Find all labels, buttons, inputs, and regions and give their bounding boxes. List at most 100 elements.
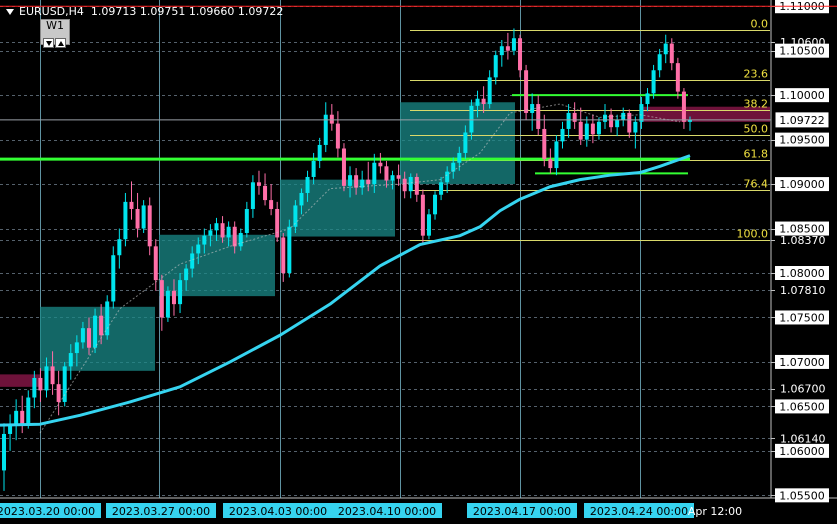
time-axis[interactable]: 2023.03.20 00:00 2023.03.27 00:00 2023.04.… bbox=[0, 503, 742, 518]
candle-body bbox=[366, 179, 371, 185]
candle-body bbox=[493, 55, 498, 78]
price-label: 1.10500 bbox=[779, 45, 825, 58]
price-label: 1.06140 bbox=[780, 432, 826, 445]
candle-body bbox=[2, 433, 6, 471]
price-label: 1.08000 bbox=[779, 267, 825, 280]
ohlc-values: 1.09713 1.09751 1.09660 1.09722 bbox=[90, 5, 284, 18]
time-label: 2023.03.27 00:00 bbox=[112, 505, 210, 518]
candle-body bbox=[80, 328, 85, 343]
symbol-label: EURUSD,H4 bbox=[19, 5, 84, 18]
price-label: 1.06700 bbox=[780, 383, 826, 396]
candle-body bbox=[354, 175, 359, 188]
candle-body bbox=[402, 178, 407, 192]
candle-body bbox=[190, 253, 195, 269]
candle-body bbox=[445, 171, 450, 183]
candle-body bbox=[317, 144, 322, 161]
candle-body bbox=[348, 175, 353, 186]
candle-body bbox=[615, 120, 620, 128]
candle-body bbox=[111, 255, 116, 302]
candle-body bbox=[414, 176, 419, 195]
candle-body bbox=[196, 244, 201, 254]
candle-body bbox=[341, 148, 346, 186]
candle-body bbox=[524, 70, 529, 113]
dropdown-triangle-icon[interactable] bbox=[6, 9, 14, 15]
timeframe-widget[interactable]: W1 bbox=[40, 19, 70, 48]
candle-body bbox=[305, 176, 310, 193]
candle-body bbox=[250, 182, 255, 209]
candle-body bbox=[208, 230, 213, 236]
candle-body bbox=[8, 425, 13, 434]
candle-body bbox=[184, 268, 189, 281]
candle-body bbox=[439, 182, 444, 195]
arrow-up-icon[interactable] bbox=[55, 38, 66, 48]
candle-body bbox=[566, 112, 571, 129]
candle-body bbox=[663, 43, 668, 55]
candle-body bbox=[372, 162, 377, 185]
candle-body bbox=[74, 342, 79, 354]
candle-body bbox=[657, 54, 662, 71]
candle-body bbox=[542, 128, 547, 160]
time-label: 2023.03.20 00:00 bbox=[0, 505, 95, 518]
arrow-down-icon[interactable] bbox=[43, 38, 54, 48]
price-label: 1.10000 bbox=[779, 89, 825, 102]
candle-body bbox=[329, 114, 334, 124]
candle-body bbox=[50, 366, 55, 385]
price-label: 1.07810 bbox=[780, 284, 826, 297]
chart-background bbox=[0, 0, 837, 524]
price-chart[interactable]: 0.023.638.250.061.876.4100.0 1.110001.10… bbox=[0, 0, 837, 524]
candle-body bbox=[390, 175, 395, 181]
candle-body bbox=[56, 384, 61, 402]
candle-body bbox=[44, 366, 49, 391]
candle-body bbox=[578, 121, 583, 140]
candle-body bbox=[675, 63, 680, 92]
fib-label: 0.0 bbox=[751, 18, 769, 31]
candle-body bbox=[475, 98, 480, 106]
time-label: 2023.04.10 00:00 bbox=[338, 505, 436, 518]
candle-body bbox=[621, 112, 626, 121]
candle-body bbox=[105, 301, 110, 336]
candle-body bbox=[603, 114, 608, 122]
candle-body bbox=[311, 160, 316, 177]
fib-label: 23.6 bbox=[744, 68, 769, 81]
price-label: 1.07500 bbox=[779, 311, 825, 324]
demand-zone bbox=[159, 234, 275, 297]
candle-body bbox=[560, 128, 565, 142]
price-label: 1.06500 bbox=[779, 400, 825, 413]
time-label: 2023.04.17 00:00 bbox=[473, 505, 571, 518]
candle-body bbox=[633, 121, 638, 133]
time-label: Apr 12:00 bbox=[688, 505, 742, 518]
candle-body bbox=[153, 246, 158, 281]
candle-body bbox=[669, 43, 674, 64]
candle-body bbox=[420, 194, 425, 236]
candle-body bbox=[214, 223, 219, 231]
candle-body bbox=[511, 38, 516, 51]
fib-label: 76.4 bbox=[744, 178, 769, 191]
price-label: 1.05500 bbox=[779, 489, 825, 502]
candle-body bbox=[99, 315, 104, 336]
candle-body bbox=[463, 132, 468, 153]
candle-body bbox=[499, 46, 504, 56]
chart-header: EURUSD,H4 1.09713 1.09751 1.09660 1.0972… bbox=[6, 5, 283, 18]
fib-label: 100.0 bbox=[737, 228, 769, 241]
candle-body bbox=[426, 214, 431, 236]
candle-body bbox=[323, 114, 328, 145]
candle-body bbox=[62, 366, 67, 402]
candle-body bbox=[202, 235, 207, 245]
candle-body bbox=[32, 377, 37, 398]
candle-body bbox=[20, 410, 25, 425]
candle-body bbox=[408, 176, 413, 192]
candle-body bbox=[256, 182, 261, 186]
candle-body bbox=[263, 185, 268, 201]
candle-body bbox=[141, 205, 146, 229]
candle-body bbox=[335, 123, 340, 149]
candle-body bbox=[596, 121, 601, 135]
price-label: 1.09000 bbox=[779, 178, 825, 191]
candle-body bbox=[433, 194, 438, 215]
candle-body bbox=[287, 226, 292, 274]
candle-body bbox=[93, 315, 98, 348]
candle-body bbox=[645, 93, 650, 105]
candle-body bbox=[232, 226, 237, 247]
price-label: 1.08370 bbox=[780, 234, 826, 247]
candle-body bbox=[117, 239, 122, 256]
price-label: 1.06000 bbox=[779, 445, 825, 458]
